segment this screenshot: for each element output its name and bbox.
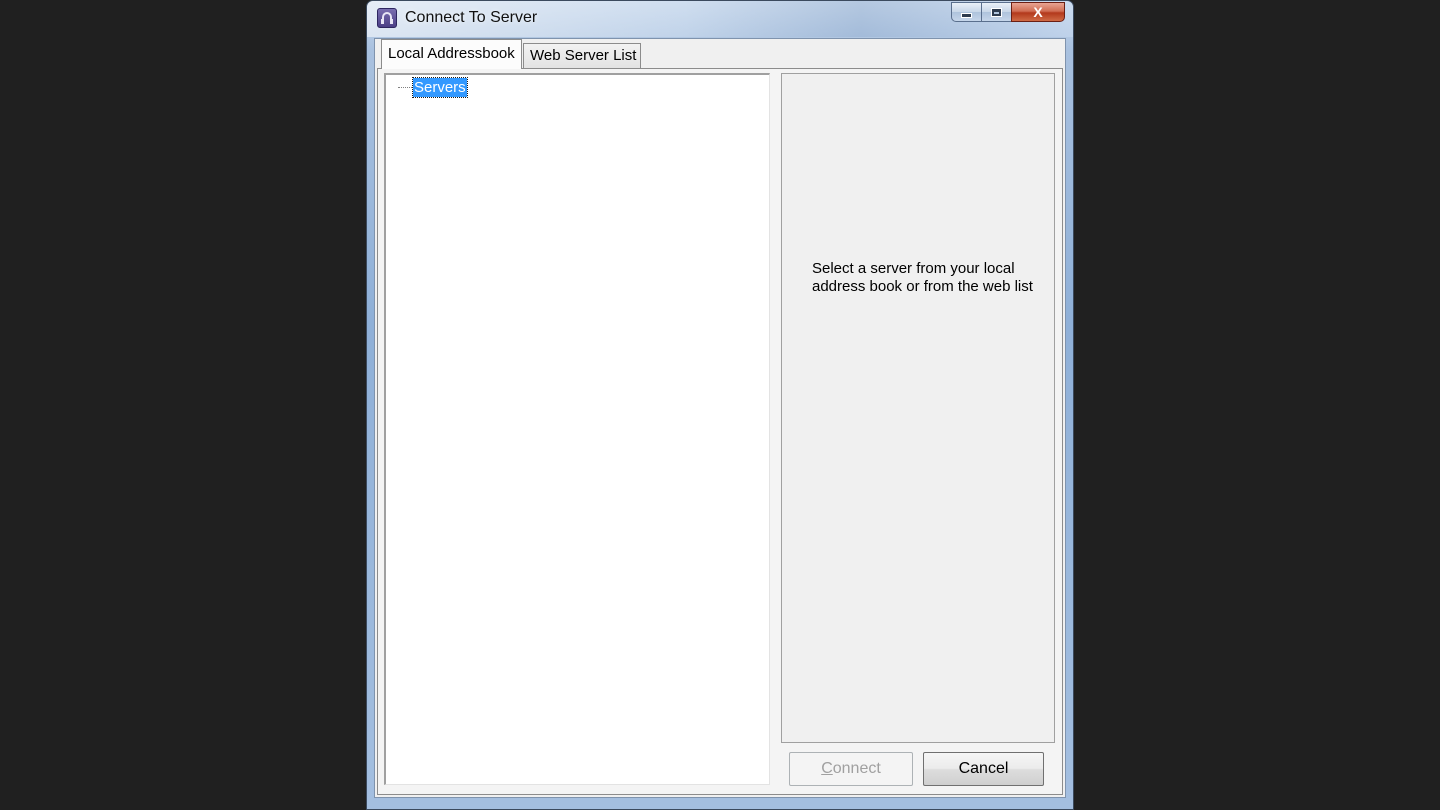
connect-label: onnect — [832, 760, 881, 777]
title-bar[interactable]: Connect To Server X — [367, 1, 1073, 37]
minimize-icon — [961, 12, 972, 18]
maximize-icon — [991, 7, 1002, 17]
tree-node-servers[interactable]: Servers — [398, 77, 468, 98]
info-message: Select a server from your local address … — [812, 260, 1033, 295]
minimize-button[interactable] — [951, 2, 981, 22]
window-title: Connect To Server — [405, 9, 538, 26]
cancel-button[interactable]: Cancel — [923, 752, 1044, 786]
dialog-client-area: Local Addressbook Web Server List Server… — [374, 38, 1066, 798]
tree-connector-line — [398, 87, 412, 88]
close-icon: X — [1033, 4, 1043, 20]
maximize-button[interactable] — [981, 2, 1011, 22]
app-icon[interactable] — [377, 8, 397, 28]
tree-node-label[interactable]: Servers — [412, 77, 468, 98]
tab-page: Servers Select a server from your local … — [377, 68, 1063, 795]
connect-button[interactable]: Connect — [789, 752, 913, 786]
tab-local-addressbook[interactable]: Local Addressbook — [381, 39, 522, 69]
tab-web-server-list[interactable]: Web Server List — [523, 43, 641, 68]
connect-to-server-window: Connect To Server X Local Addressbook We… — [366, 0, 1074, 810]
server-tree-view[interactable]: Servers — [384, 73, 770, 785]
connect-mnemonic: C — [821, 760, 833, 777]
server-info-panel: Select a server from your local address … — [781, 73, 1055, 743]
close-button[interactable]: X — [1011, 2, 1065, 22]
caption-buttons: X — [951, 2, 1065, 24]
